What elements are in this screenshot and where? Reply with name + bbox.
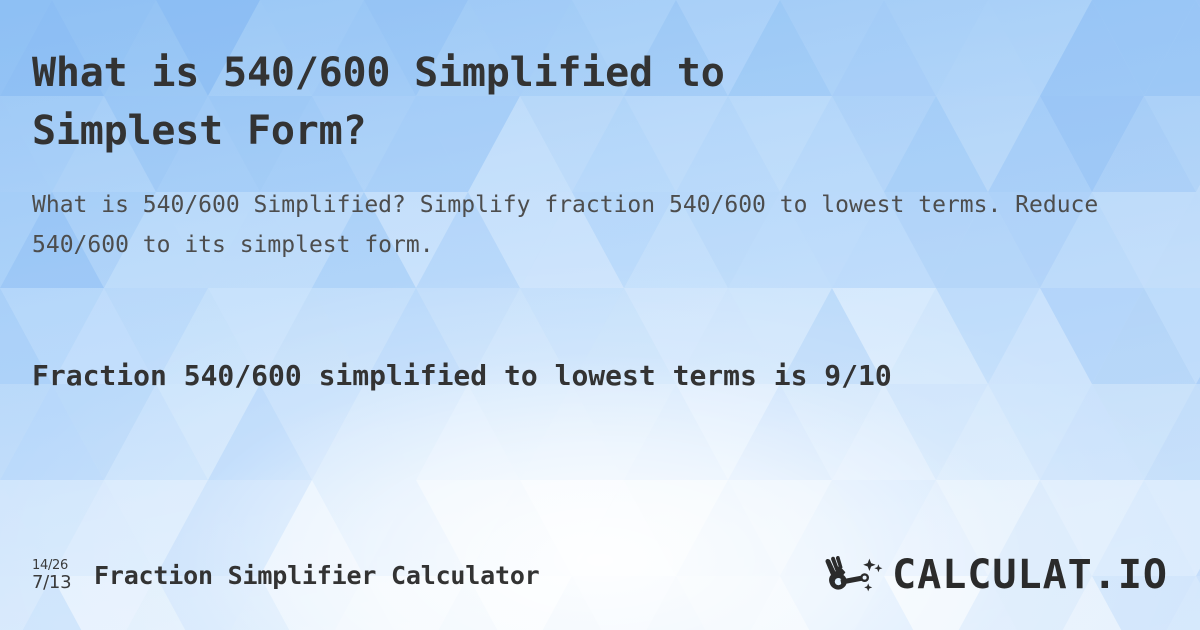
brand-logo[interactable]: CALCULAT.IO — [824, 554, 1168, 596]
fraction-icon: 14/26 7/13 — [32, 559, 80, 592]
footer-calculator-title: Fraction Simplifier Calculator — [94, 560, 540, 590]
page-subtitle: What is 540/600 Simplified? Simplify fra… — [32, 192, 1099, 258]
footer: 14/26 7/13 Fraction Simplifier Calculato… — [0, 552, 1200, 598]
simplified-result-text: Fraction 540/600 simplified to lowest te… — [32, 359, 892, 392]
fraction-icon-top-label: 14/26 — [32, 557, 68, 573]
hand-magic-wand-icon — [825, 555, 883, 592]
footer-left-group: 14/26 7/13 Fraction Simplifier Calculato… — [32, 559, 540, 592]
poster-content: What is 540/600 Simplified to Simplest F… — [0, 0, 1200, 630]
fraction-icon-bottom-label: 7/13 — [32, 571, 72, 593]
brand-logo-text: CALCULAT.IO — [892, 552, 1168, 598]
page-title: What is 540/600 Simplified to Simplest F… — [32, 50, 725, 154]
